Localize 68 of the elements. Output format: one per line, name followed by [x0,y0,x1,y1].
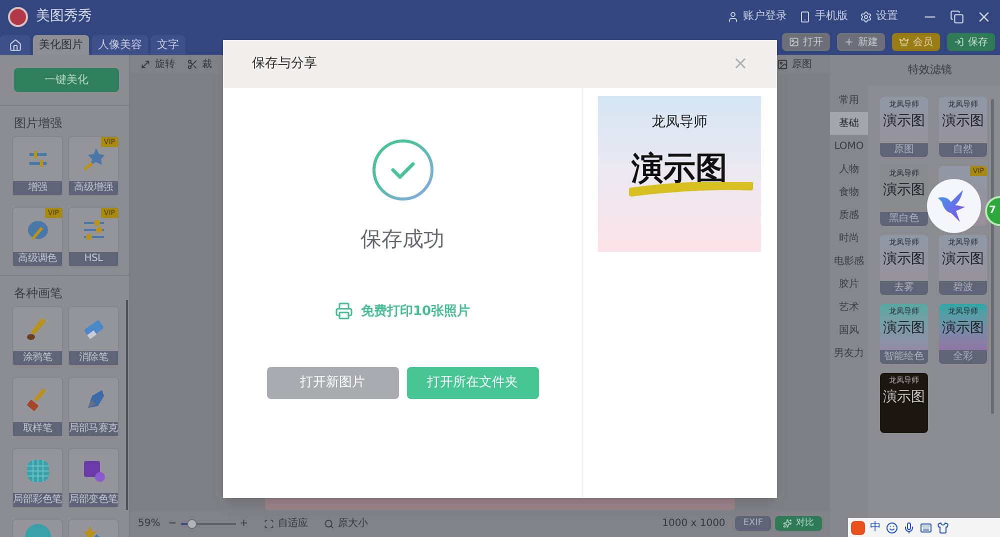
filter-label: 自然 [939,143,987,157]
tool-label: 高级增强 [69,181,118,196]
thumbnail-sample: 演示图 [883,251,925,267]
tool-label: 消除笔 [69,351,118,366]
dialog-button[interactable]: 打开所在文件夹 [406,367,538,399]
section-title: 各种画笔 [14,285,63,302]
filter-label: 全彩 [939,350,987,364]
thumbnail-sample: 演示图 [942,251,984,267]
thumbnail-sample: 演示图 [942,113,984,129]
tool-tile[interactable]: 增强 [12,136,63,196]
input-mode-label[interactable]: 中 [870,519,881,536]
tool-label: 局部马赛克 [69,422,118,436]
image-size: 1000 x 1000 [662,517,726,531]
edit-tool[interactable]: 裁 [187,56,212,72]
one-click-button[interactable]: 一键美化 [14,68,119,92]
toolbar-button[interactable]: 新建 [837,33,885,51]
zoom-in-button[interactable]: + [240,516,248,531]
thumbnail-sample: 演示图 [883,113,925,129]
title-link[interactable]: 手机版 [799,8,848,25]
close-button[interactable]: × [732,55,748,73]
tool-tile[interactable]: 局部彩色笔 [12,448,63,508]
tab[interactable]: 文字 [151,35,185,55]
thumbnail-sample: 演示图 [883,182,925,198]
tool-tile[interactable]: 局部变色笔 [68,448,119,508]
filter-label: 去雾 [880,281,928,295]
edit-tool[interactable]: 旋转 [140,56,175,72]
preview-caption: 龙凤导师 [652,113,708,132]
tool-label: 局部变色笔 [69,493,118,508]
dialog-title: 保存与分享 [252,55,317,74]
filter-label: 智能绘色 [880,350,928,364]
dialog-button[interactable]: 打开新图片 [266,367,398,399]
thumbnail-sample: 演示图 [942,320,984,336]
tab[interactable]: 人像美容 [92,35,148,55]
section-title: 图片增强 [14,115,63,132]
toolbar-button[interactable]: 会员 [892,33,940,51]
tool-label: 涂鸦笔 [13,351,62,366]
filter-label: 黑白色 [880,212,928,226]
toolbar-button[interactable]: 打开 [782,33,830,51]
tool-tile[interactable]: 消除笔 [68,306,119,366]
tool-tile[interactable]: 局部马赛克 [68,377,119,438]
compare-button[interactable]: 对比 [775,516,822,531]
tool-tile[interactable]: 涂鸦笔 [12,306,63,366]
print-link[interactable]: 免费打印10张照片 [334,302,470,321]
view-button[interactable]: 自适应 [264,516,308,531]
zoom-out-button[interactable]: − [168,516,177,531]
title-link[interactable]: 账户登录 [727,8,787,25]
zoom-percent: 59% [138,517,160,531]
filter-label: 原图 [880,143,928,157]
tool-label: HSL [69,252,118,266]
preview-sample: 演示图 [632,151,728,185]
view-button[interactable]: 原大小 [324,516,368,531]
toolbar-button[interactable]: 保存 [947,33,995,51]
tool-label: 取样笔 [13,422,62,436]
exif-button[interactable]: EXIF [735,516,771,531]
app-title: 美图秀秀 [36,7,92,26]
tool-label: 局部彩色笔 [13,493,62,508]
thumbnail-sample: 演示图 [883,389,925,405]
filter-category[interactable]: 基础 [830,112,868,135]
status-message: 保存成功 [360,226,444,253]
tool-label: 增强 [13,181,62,196]
panel-title: 特效滤镜 [907,62,953,78]
filter-label: 碧波 [939,281,987,295]
tool-label: 高级调色 [13,252,62,266]
original-button[interactable]: 原图 [777,56,812,72]
tool-tile[interactable]: 取样笔 [12,377,63,438]
tab[interactable]: 美化图片 [33,35,89,55]
thumbnail-sample: 演示图 [883,320,925,336]
title-link[interactable]: 设置 [860,8,898,25]
